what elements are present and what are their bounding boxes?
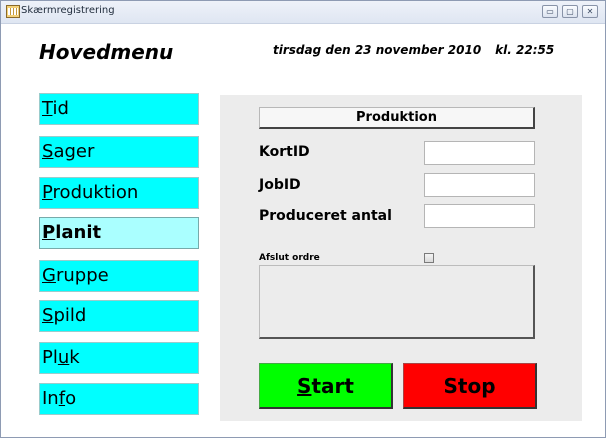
kortid-field[interactable]	[424, 141, 535, 165]
kortid-label: KortID	[259, 144, 310, 160]
nav-button-planit[interactable]: Planit	[39, 217, 199, 249]
jobid-label: JobID	[259, 177, 301, 193]
nav-label: ager	[53, 141, 95, 162]
produced-quantity-field[interactable]	[424, 204, 535, 228]
close-order-label: Afslut ordre	[259, 253, 320, 263]
nav-accel: P	[42, 182, 53, 203]
nav-button-produktion[interactable]: Produktion	[39, 177, 199, 209]
nav-label: k	[69, 347, 80, 368]
nav-label: ruppe	[55, 265, 109, 286]
nav-button-sager[interactable]: Sager	[39, 136, 199, 168]
start-accel: S	[297, 374, 312, 398]
time-label: kl. 22:55	[495, 43, 555, 57]
nav-label: lanit	[55, 222, 102, 243]
date-time-display: tirsdag den 23 november 2010 kl. 22:55	[273, 43, 554, 57]
nav-button-gruppe[interactable]: Gruppe	[39, 260, 199, 292]
produced-quantity-label: Produceret antal	[259, 208, 392, 224]
nav-label: roduktion	[52, 182, 139, 203]
close-button[interactable]: ✕	[582, 5, 598, 18]
message-box	[259, 265, 535, 339]
window-title: Skærmregistrering	[21, 5, 115, 16]
nav-accel: S	[42, 141, 54, 162]
app-icon	[6, 5, 20, 18]
nav-label-pre: Pl	[42, 347, 58, 368]
nav-button-pluk[interactable]: Pluk	[39, 342, 199, 374]
start-button[interactable]: Start	[259, 363, 393, 409]
production-panel: Produktion KortID JobID Produceret antal…	[220, 95, 582, 421]
nav-label: pild	[53, 305, 87, 326]
date-label: tirsdag den 23 november 2010	[273, 43, 482, 57]
client-area: Hovedmenu tirsdag den 23 november 2010 kl…	[1, 24, 605, 437]
nav-accel: P	[42, 222, 56, 243]
close-order-checkbox[interactable]	[424, 253, 434, 263]
nav-button-info[interactable]: Info	[39, 383, 199, 415]
nav-button-tid[interactable]: Tid	[39, 93, 199, 125]
nav-accel: T	[42, 98, 53, 119]
title-bar[interactable]: Skærmregistrering ▭ ▢ ✕	[1, 1, 605, 24]
stop-button[interactable]: Stop	[403, 363, 537, 409]
minimize-button[interactable]: ▭	[542, 5, 558, 18]
nav-label: id	[52, 98, 69, 119]
jobid-field[interactable]	[424, 173, 535, 197]
nav-label-pre: In	[42, 388, 59, 409]
page-title: Hovedmenu	[39, 40, 174, 64]
app-window: Skærmregistrering ▭ ▢ ✕ Hovedmenu tirsda…	[0, 0, 606, 438]
nav-accel: u	[57, 347, 70, 368]
maximize-button[interactable]: ▢	[562, 5, 578, 18]
nav-accel: G	[42, 265, 56, 286]
nav-accel: S	[42, 305, 54, 326]
start-label: tart	[311, 374, 354, 398]
nav-button-spild[interactable]: Spild	[39, 300, 199, 332]
production-header: Produktion	[259, 107, 535, 129]
nav-label: o	[65, 388, 77, 409]
